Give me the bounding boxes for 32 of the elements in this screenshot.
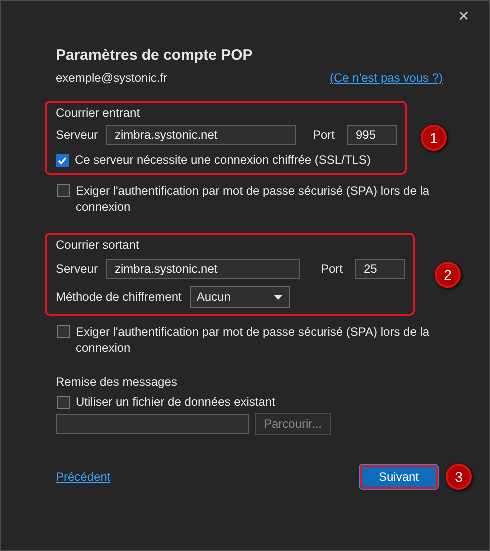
caret-icon bbox=[274, 294, 283, 300]
checkbox-label: Exiger l'authentification par mot de passe sécurisé (SPA) lors de la connexion bbox=[76, 324, 431, 356]
checkbox[interactable] bbox=[57, 184, 70, 197]
port-field[interactable]: 25 bbox=[355, 259, 405, 279]
checkbox-label: Utiliser un fichier de données existant bbox=[76, 395, 276, 409]
group-heading: Courrier entrant bbox=[56, 106, 142, 120]
step-badge: 3 bbox=[446, 464, 472, 490]
not-you-link[interactable]: (Ce n'est pas vous ?) bbox=[330, 71, 443, 85]
server-label: Serveur bbox=[56, 262, 100, 276]
port-label: Port bbox=[320, 262, 343, 276]
close-button[interactable]: ✕ bbox=[455, 7, 473, 25]
checkbox-label: Ce serveur nécessite une connexion chiffrée (SSL/TLS) bbox=[75, 153, 371, 167]
email-address: exemple@systonic.fr bbox=[56, 71, 168, 85]
group-heading: Courrier sortant bbox=[56, 238, 140, 252]
checkbox[interactable] bbox=[57, 396, 70, 409]
checkbox[interactable] bbox=[56, 154, 69, 167]
back-link[interactable]: Précédent bbox=[56, 470, 111, 484]
server-label: Serveur bbox=[56, 128, 100, 142]
step-badge: 1 bbox=[421, 125, 447, 151]
checkbox[interactable] bbox=[57, 325, 70, 338]
file-path-field[interactable] bbox=[56, 414, 249, 434]
encryption-label: Méthode de chiffrement bbox=[56, 290, 182, 304]
server-field[interactable]: zimbra.systonic.net bbox=[106, 259, 300, 279]
port-field[interactable]: 995 bbox=[347, 125, 397, 145]
step-badge: 2 bbox=[435, 262, 461, 288]
port-label: Port bbox=[312, 128, 335, 142]
server-field[interactable]: zimbra.systonic.net bbox=[106, 125, 296, 145]
next-button[interactable]: Suivant bbox=[360, 465, 438, 489]
encryption-dropdown[interactable]: Aucun bbox=[190, 286, 290, 308]
dialog-title: Paramètres de compte POP bbox=[55, 47, 254, 64]
checkbox-label: Exiger l'authentification par mot de passe sécurisé (SPA) lors de la connexion bbox=[76, 183, 431, 215]
section-heading: Remise des messages bbox=[55, 375, 178, 389]
